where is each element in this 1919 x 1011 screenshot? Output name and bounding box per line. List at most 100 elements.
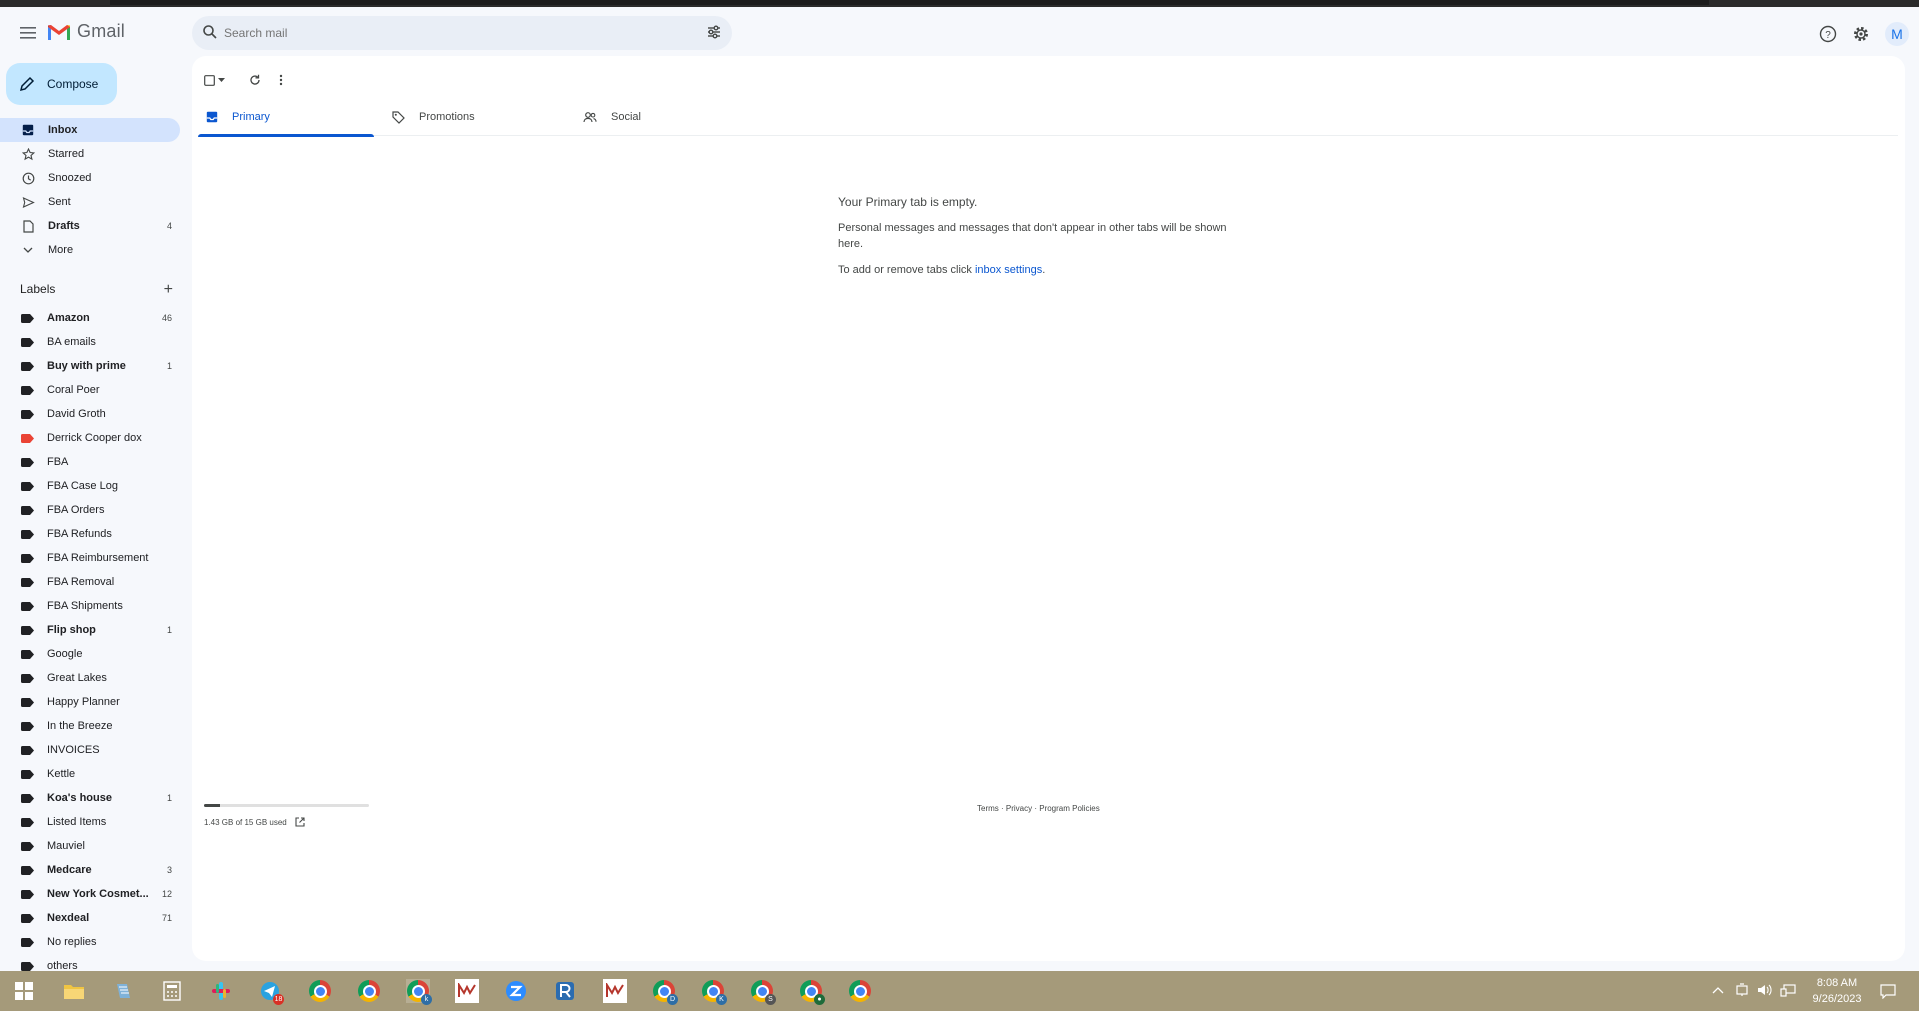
compose-button[interactable]: Compose xyxy=(6,63,117,105)
search-input[interactable] xyxy=(224,23,664,43)
label-tag-icon xyxy=(21,553,34,563)
taskbar-chrome-1[interactable] xyxy=(308,979,332,1003)
tray-network-button[interactable] xyxy=(1780,983,1796,1000)
label-item[interactable]: Medcare 3 xyxy=(0,858,180,882)
gmail-logo[interactable]: Gmail xyxy=(47,21,125,42)
nav-item-starred[interactable]: Starred xyxy=(0,142,180,166)
label-item[interactable]: Google xyxy=(0,642,180,666)
more-options-button[interactable] xyxy=(279,74,283,86)
tab-primary[interactable]: Primary xyxy=(198,98,374,137)
taskbar-chrome-3[interactable]: D xyxy=(652,979,678,1005)
terms-link[interactable]: Terms xyxy=(977,804,999,813)
label-tag-icon xyxy=(21,913,34,923)
label-item[interactable]: FBA xyxy=(0,450,180,474)
taskbar-chrome-4[interactable]: K xyxy=(701,979,727,1005)
label-tag-icon xyxy=(21,961,34,971)
search-icon[interactable] xyxy=(202,24,218,40)
label-item[interactable]: FBA Refunds xyxy=(0,522,180,546)
label-item[interactable]: Amazon 46 xyxy=(0,306,180,330)
nav-item-sent[interactable]: Sent xyxy=(0,190,180,214)
tray-device-button[interactable] xyxy=(1735,983,1749,1000)
app-name: Gmail xyxy=(77,21,126,41)
label-tag-icon xyxy=(21,601,34,611)
taskbar-calculator[interactable] xyxy=(160,979,184,1003)
windows-taskbar: 18 k D K S ● 8:08 AM 9/26/2023 xyxy=(0,971,1919,1011)
nav-item-inbox[interactable]: Inbox xyxy=(0,118,180,142)
label-item[interactable]: Derrick Cooper dox xyxy=(0,426,180,450)
nav-item-drafts[interactable]: Drafts 4 xyxy=(0,214,180,238)
nav-item-snoozed[interactable]: Snoozed xyxy=(0,166,180,190)
label-item[interactable]: Coral Poer xyxy=(0,378,180,402)
label-item[interactable]: No replies xyxy=(0,930,180,954)
taskbar-chrome-5[interactable]: S xyxy=(750,979,776,1005)
taskbar-app-r[interactable] xyxy=(553,979,577,1003)
label-item[interactable]: New York Cosmet... 12 xyxy=(0,882,180,906)
taskbar-chrome-7[interactable] xyxy=(848,979,872,1003)
label-name: Mauviel xyxy=(47,840,85,852)
label-count: 46 xyxy=(161,313,172,323)
external-link-icon[interactable] xyxy=(295,817,305,827)
label-tag-icon xyxy=(21,817,34,827)
taskbar-app-ml-2[interactable] xyxy=(603,979,627,1003)
label-name: New York Cosmet... xyxy=(47,888,149,900)
tag-icon xyxy=(392,110,405,124)
taskbar-mail-app[interactable]: 18 xyxy=(258,979,284,1005)
privacy-link[interactable]: Privacy xyxy=(1006,804,1032,813)
account-avatar[interactable]: M xyxy=(1885,22,1909,46)
taskbar-file-explorer[interactable] xyxy=(62,979,86,1003)
nav-item-more[interactable]: More xyxy=(0,238,180,262)
start-button[interactable] xyxy=(12,979,36,1003)
label-item[interactable]: In the Breeze xyxy=(0,714,180,738)
refresh-button[interactable] xyxy=(249,74,261,86)
footer-separator: · xyxy=(998,804,1006,813)
tab-social[interactable]: Social xyxy=(575,98,755,136)
inbox-settings-link[interactable]: inbox settings xyxy=(975,264,1042,276)
label-item[interactable]: FBA Reimbursement xyxy=(0,546,180,570)
taskbar-chrome-6[interactable]: ● xyxy=(799,979,825,1005)
tray-volume-button[interactable] xyxy=(1757,983,1773,1000)
tray-overflow-button[interactable] xyxy=(1712,983,1724,997)
label-item[interactable]: INVOICES xyxy=(0,738,180,762)
taskbar-notes-app[interactable] xyxy=(111,979,135,1003)
label-item[interactable]: Mauviel xyxy=(0,834,180,858)
label-item[interactable]: FBA Removal xyxy=(0,570,180,594)
label-item[interactable]: FBA Orders xyxy=(0,498,180,522)
action-center-button[interactable] xyxy=(1880,983,1896,1002)
header: Gmail ? M xyxy=(0,7,1919,59)
main-menu-button[interactable] xyxy=(14,19,42,47)
r-app-icon xyxy=(556,982,574,1000)
taskbar-chrome-active[interactable]: k xyxy=(406,979,432,1005)
label-item[interactable]: David Groth xyxy=(0,402,180,426)
label-name: In the Breeze xyxy=(47,720,113,732)
taskbar-zoom[interactable] xyxy=(504,979,528,1003)
select-all-checkbox[interactable] xyxy=(204,74,225,86)
label-count: 3 xyxy=(166,865,172,875)
label-item[interactable]: Kettle xyxy=(0,762,180,786)
taskbar-slack[interactable] xyxy=(209,979,233,1003)
search-options-icon[interactable] xyxy=(706,24,722,40)
label-item[interactable]: Koa's house 1 xyxy=(0,786,180,810)
label-item[interactable]: Happy Planner xyxy=(0,690,180,714)
mail-toolbar xyxy=(204,68,283,92)
label-item[interactable]: FBA Case Log xyxy=(0,474,180,498)
label-item[interactable]: Nexdeal 71 xyxy=(0,906,180,930)
label-item[interactable]: FBA Shipments xyxy=(0,594,180,618)
label-item[interactable]: BA emails xyxy=(0,330,180,354)
taskbar-chrome-2[interactable] xyxy=(357,979,381,1003)
taskbar-app-ml[interactable] xyxy=(455,979,479,1003)
create-label-button[interactable]: + xyxy=(164,281,173,299)
label-item[interactable]: Flip shop 1 xyxy=(0,618,180,642)
program-policies-link[interactable]: Program Policies xyxy=(1039,804,1099,813)
label-tag-icon xyxy=(21,529,34,539)
tab-promotions[interactable]: Promotions xyxy=(384,98,564,136)
label-item[interactable]: Listed Items xyxy=(0,810,180,834)
more-vert-icon xyxy=(279,74,283,86)
help-button[interactable]: ? xyxy=(1818,24,1838,44)
windows-logo-icon xyxy=(15,982,33,1000)
label-item[interactable]: Buy with prime 1 xyxy=(0,354,180,378)
gmail-m-icon xyxy=(48,24,70,40)
settings-button[interactable] xyxy=(1851,24,1871,44)
label-name: Buy with prime xyxy=(47,360,126,372)
label-item[interactable]: Great Lakes xyxy=(0,666,180,690)
system-clock[interactable]: 8:08 AM 9/26/2023 xyxy=(1797,975,1877,1007)
